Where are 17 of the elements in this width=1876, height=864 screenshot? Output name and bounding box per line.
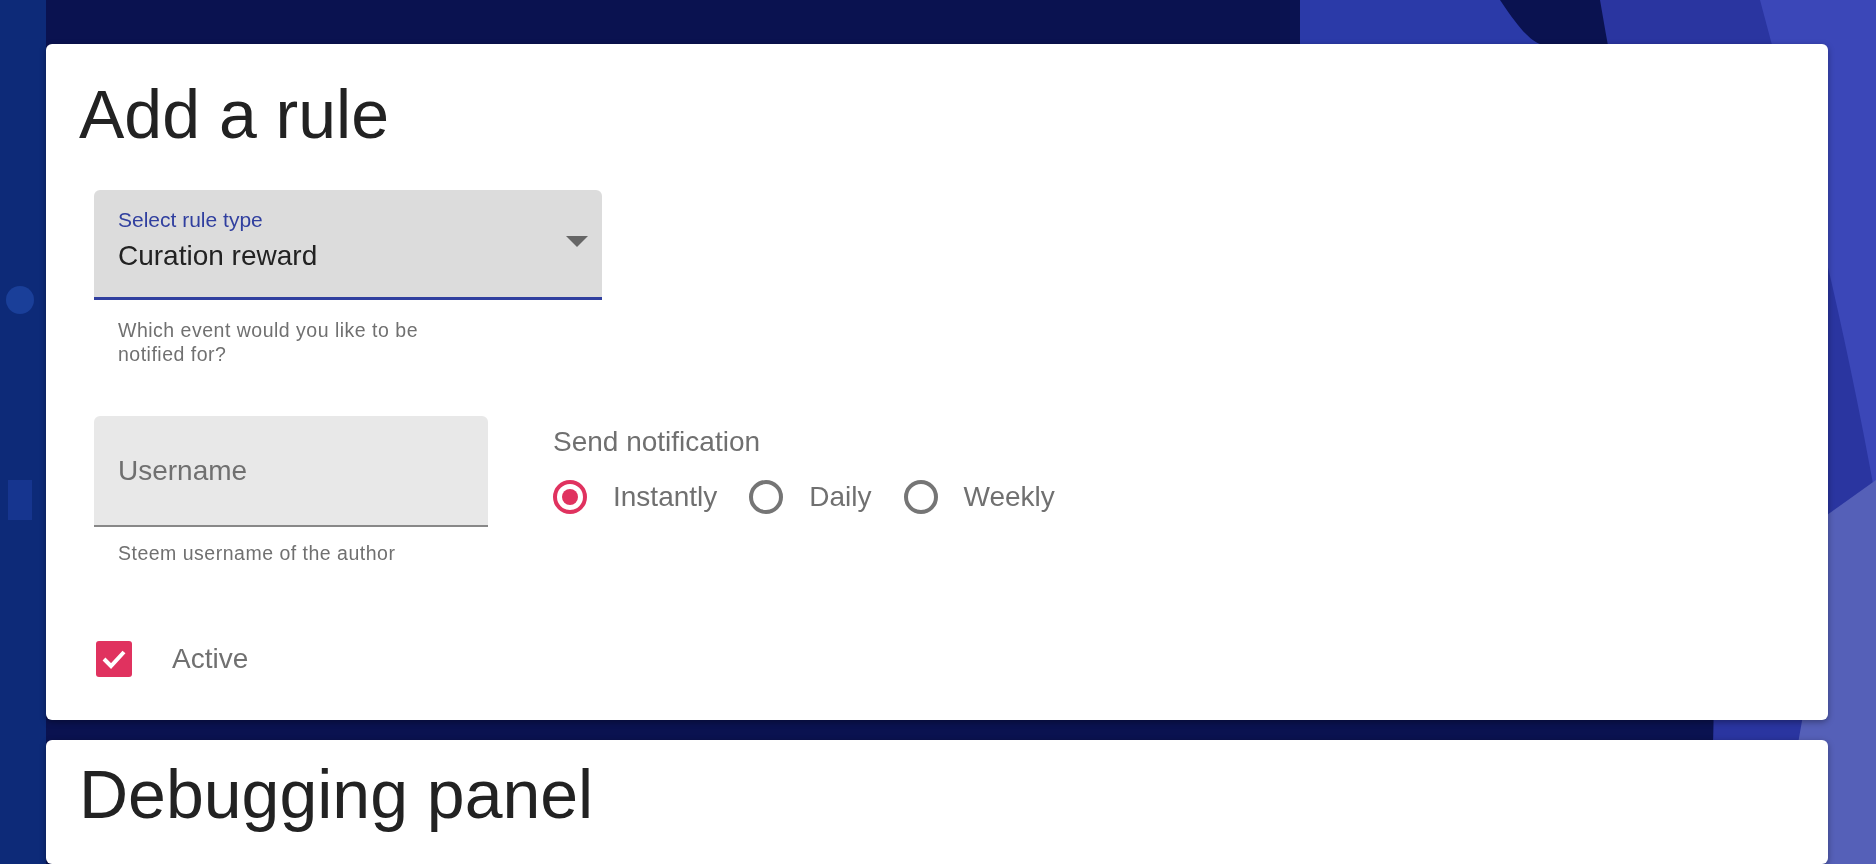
checkbox[interactable]: [96, 641, 132, 677]
check-icon: [101, 649, 127, 669]
radio-label: Daily: [809, 481, 872, 513]
group-label: Send notification: [553, 426, 762, 458]
radio-label: Weekly: [963, 481, 1055, 513]
helper-text: Steem username of the author: [117, 541, 397, 565]
card-title: Debugging panel: [79, 755, 595, 834]
radio-label: Instantly: [613, 481, 718, 513]
caret-icon: [566, 236, 588, 247]
card-title: Add a rule: [79, 75, 390, 154]
rule-type-select[interactable]: Select rule type Curation reward: [94, 190, 602, 300]
checkbox-label: Active: [172, 643, 249, 675]
username-field[interactable]: Username: [94, 416, 488, 527]
radio-button[interactable]: [903, 480, 938, 514]
radio-button[interactable]: [553, 480, 587, 514]
helper-text: Which event would you like to be notified for?: [117, 318, 419, 366]
radio-button[interactable]: [749, 480, 784, 514]
